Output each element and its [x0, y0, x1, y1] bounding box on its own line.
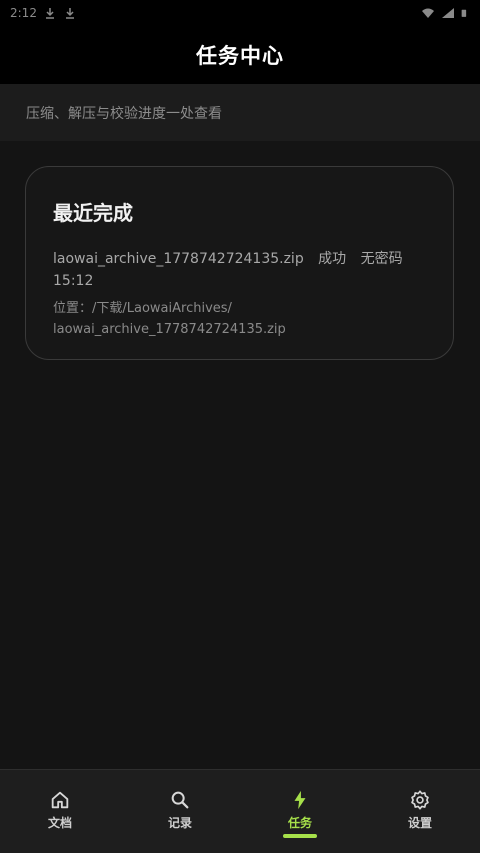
nav-label: 文档	[47, 816, 72, 830]
list-item[interactable]: laowai_archive_1778742724135.zip 成功 无密码 …	[53, 248, 427, 340]
task-location-label: 位置：/下载/LaowaiArchives/	[53, 301, 232, 316]
task-location: 位置：/下载/LaowaiArchives/ laowai_archive_17…	[53, 298, 427, 340]
wifi-icon	[422, 8, 434, 18]
status-left: 2:12	[10, 6, 77, 20]
download-icon	[45, 8, 54, 19]
status-right	[421, 7, 470, 19]
page-subtitle: 压缩、解压与校验进度一处查看	[26, 105, 222, 122]
recent-completed-card: 最近完成 laowai_archive_1778742724135.zip 成功…	[25, 166, 454, 360]
nav-item-records[interactable]: 记录	[120, 770, 240, 853]
subtitle-bar: 压缩、解压与校验进度一处查看	[0, 84, 480, 141]
task-location-file: laowai_archive_1778742724135.zip	[53, 322, 286, 337]
active-indicator	[283, 834, 317, 838]
app-bar: 任务中心	[0, 26, 480, 84]
task-password: 无密码	[360, 251, 403, 267]
bottom-nav: 文档 记录 任务 设置	[0, 769, 480, 853]
nav-item-tasks[interactable]: 任务	[240, 770, 360, 853]
nav-label: 设置	[407, 816, 432, 830]
page-title: 任务中心	[196, 44, 284, 68]
card-title: 最近完成	[53, 201, 133, 225]
search-icon	[171, 791, 189, 809]
task-time: 15:12	[53, 273, 94, 289]
task-file-name: laowai_archive_1778742724135.zip	[53, 251, 304, 267]
gear-icon	[411, 790, 429, 810]
nav-item-settings[interactable]: 设置	[360, 770, 480, 853]
task-status: 成功	[318, 251, 347, 267]
lightning-icon	[294, 790, 306, 810]
battery-icon	[461, 9, 467, 17]
home-icon	[51, 791, 69, 809]
download-icon	[65, 8, 74, 19]
task-summary: laowai_archive_1778742724135.zip 成功 无密码 …	[53, 248, 427, 292]
signal-icon	[442, 8, 454, 18]
nav-label: 记录	[167, 816, 192, 830]
nav-label: 任务	[287, 816, 312, 830]
status-time: 2:12	[10, 6, 37, 20]
nav-item-documents[interactable]: 文档	[0, 770, 120, 853]
status-bar: 2:12	[0, 0, 480, 26]
